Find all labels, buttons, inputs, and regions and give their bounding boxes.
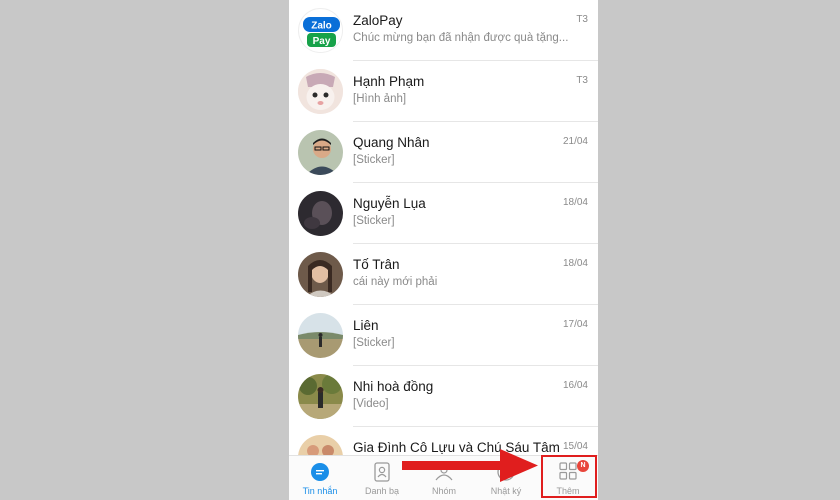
- conversation-preview: Chúc mừng bạn đã nhận được quà tặng...: [353, 32, 569, 44]
- chat-bubble-icon: [310, 462, 330, 487]
- conversation-time: 21/04: [562, 136, 588, 147]
- contacts-icon: [373, 462, 391, 487]
- conversation-name: Liên: [353, 318, 379, 333]
- avatar: [298, 252, 343, 297]
- avatar: [298, 374, 343, 419]
- avatar: [298, 69, 343, 114]
- conversation-time: T3: [576, 14, 588, 25]
- conversation-row-lien[interactable]: Liên [Sticker] 17/04: [289, 305, 598, 366]
- conversation-time: 15/04: [562, 441, 588, 452]
- conversation-time: 16/04: [562, 380, 588, 391]
- conversation-name: ZaloPay: [353, 13, 403, 28]
- conversation-name: Quang Nhân: [353, 135, 430, 150]
- avatar: [298, 130, 343, 175]
- tab-label: Danh bạ: [364, 486, 400, 496]
- conversation-preview: cái này mới phải: [353, 276, 438, 288]
- avatar: [298, 191, 343, 236]
- conversation-name: Nhi hoà đồng: [353, 379, 434, 394]
- highlight-box: [541, 455, 597, 498]
- conversation-row-hanh-pham[interactable]: Hạnh Phạm [Hình ảnh] T3: [289, 61, 598, 122]
- conversation-row-to-tran[interactable]: Tố Trân cái này mới phải 18/04: [289, 244, 598, 305]
- conversation-name: Hạnh Phạm: [353, 74, 425, 89]
- conversation-preview: [Hình ảnh]: [353, 93, 407, 105]
- conversation-row-nhi-hoa-dong[interactable]: Nhi hoà đồng [Video] 16/04: [289, 366, 598, 427]
- conversation-list: Zalo Pay ZaloPay Chúc mừng bạn đã nhận đ…: [289, 0, 598, 455]
- conversation-name: Nguyễn Lụa: [353, 196, 426, 211]
- conversation-preview: [Sticker]: [353, 337, 395, 349]
- conversation-time: 17/04: [562, 319, 588, 330]
- conversation-time: T3: [576, 75, 588, 86]
- notification-badge: N: [577, 460, 589, 472]
- avatar: [298, 435, 343, 455]
- conversation-row-nguyen-lua[interactable]: Nguyễn Lụa [Sticker] 18/04: [289, 183, 598, 244]
- conversation-row-quang-nhan[interactable]: Quang Nhân [Sticker] 21/04: [289, 122, 598, 183]
- svg-text:Pay: Pay: [313, 36, 331, 47]
- tab-label: Tin nhắn: [302, 486, 338, 496]
- svg-text:Zalo: Zalo: [311, 21, 332, 32]
- tab-label: Nhóm: [431, 486, 456, 496]
- zalopay-logo: Zalo Pay: [298, 8, 343, 53]
- avatar: [298, 313, 343, 358]
- conversation-row-zalopay[interactable]: Zalo Pay ZaloPay Chúc mừng bạn đã nhận đ…: [289, 0, 598, 61]
- arrow-annotation-icon: [402, 449, 538, 482]
- phone-screen: Zalo Pay ZaloPay Chúc mừng bạn đã nhận đ…: [289, 0, 598, 500]
- conversation-time: 18/04: [562, 197, 588, 208]
- conversation-preview: [Sticker]: [353, 215, 395, 227]
- conversation-preview: [Sticker]: [353, 154, 395, 166]
- tab-label: Nhật ký: [490, 486, 522, 496]
- conversation-time: 18/04: [562, 258, 588, 269]
- tab-messages[interactable]: Tin nhắn: [289, 456, 351, 500]
- conversation-preview: [Video]: [353, 398, 389, 410]
- conversation-name: Tố Trân: [353, 257, 400, 272]
